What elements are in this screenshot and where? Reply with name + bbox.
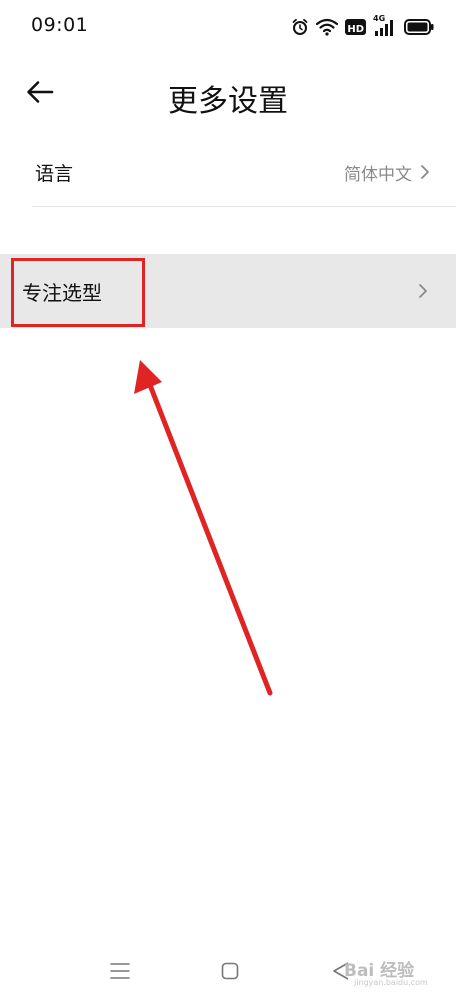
wifi-icon: [316, 18, 339, 36]
focus-selection-label: 专注选型: [22, 280, 102, 305]
page-title: 更多设置: [168, 84, 288, 119]
battery-icon: [404, 19, 434, 35]
nav-home-button[interactable]: [215, 960, 245, 986]
alarm-icon: [291, 18, 309, 36]
settings-row-language[interactable]: 语言 简体中文: [0, 138, 456, 206]
hd-icon: HD: [345, 19, 366, 35]
home-square-icon: [221, 962, 239, 984]
nav-menu-button[interactable]: [105, 960, 135, 986]
navigation-bar: [0, 940, 456, 997]
back-triangle-icon: [332, 961, 350, 985]
language-label: 语言: [35, 162, 74, 185]
menu-icon: [110, 962, 130, 984]
status-bar: 09:01 HD 4G: [0, 0, 456, 56]
nav-back-button[interactable]: [326, 960, 356, 986]
chevron-right-icon: [418, 283, 428, 299]
divider: [33, 206, 456, 207]
signal-4g-icon: 4G: [373, 14, 397, 37]
status-icons: HD 4G: [291, 14, 434, 40]
chevron-right-icon: [420, 164, 430, 180]
status-time: 09:01: [31, 14, 89, 36]
language-value: 简体中文: [344, 164, 412, 185]
header: 更多设置: [0, 60, 456, 130]
settings-row-focus-selection[interactable]: 专注选型: [0, 254, 456, 328]
